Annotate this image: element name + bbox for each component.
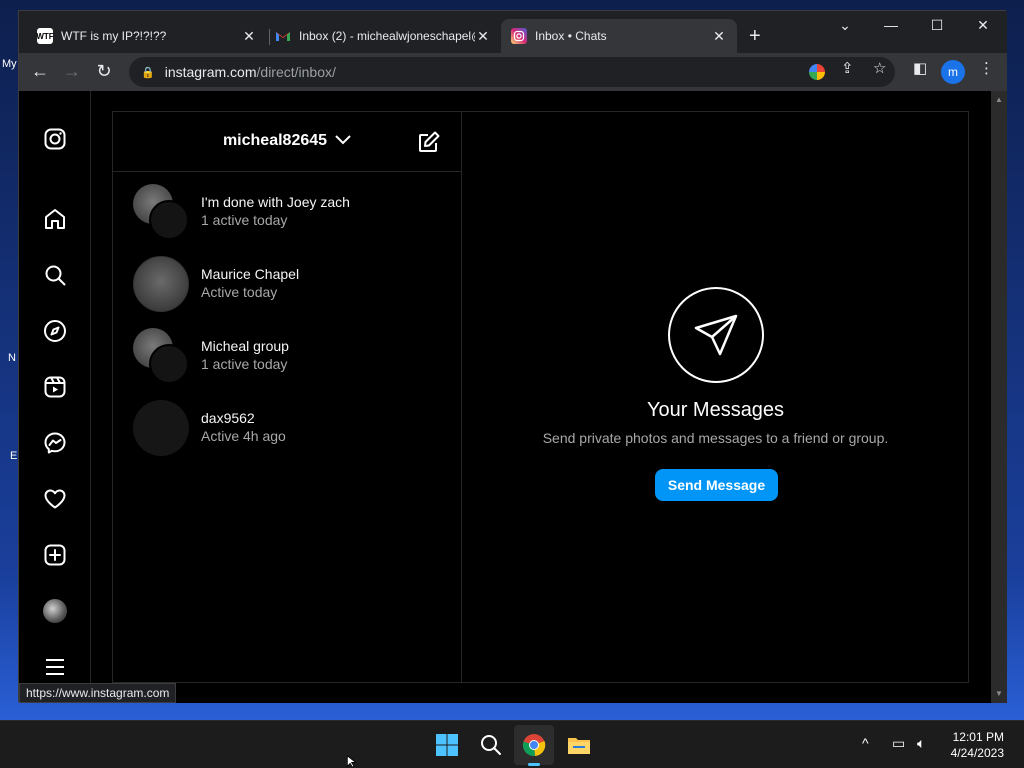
page-scrollbar[interactable]: ▲ ▼ (991, 91, 1007, 703)
heart-icon[interactable] (43, 487, 67, 511)
tab-strip: WTF WTF is my IP?!?!?? ✕ Inbox (2) - mic… (19, 11, 1007, 53)
conversation-item[interactable]: dax9562 Active 4h ago (113, 392, 462, 464)
profile-avatar[interactable]: m (941, 60, 965, 84)
chevron-up-icon[interactable]: ^ (862, 735, 869, 751)
tab-wtf-ip[interactable]: WTF WTF is my IP?!?!?? ✕ (27, 19, 267, 53)
conversation-name: dax9562 (201, 410, 255, 426)
inbox-panel: micheal82645 I'm done with Joey zach 1 a… (112, 111, 969, 683)
conversation-item[interactable]: Maurice Chapel Active today (113, 248, 462, 320)
chevron-down-icon (335, 134, 351, 148)
instagram-sidebar (19, 91, 91, 703)
side-panel-icon[interactable]: ◧ (913, 59, 927, 77)
new-tab-icon[interactable]: + (749, 25, 761, 48)
address-bar[interactable]: 🔒 instagram.com/direct/inbox/ (129, 57, 895, 87)
tab-gmail-inbox[interactable]: Inbox (2) - michealwjoneschapel@ ✕ (265, 19, 501, 53)
close-tab-icon[interactable]: ✕ (711, 28, 727, 45)
conversation-status: 1 active today (201, 356, 288, 372)
windows-taskbar: ^ ▭ 🔈︎ 12:01 PM 4/24/2023 (0, 720, 1024, 768)
start-icon[interactable] (435, 733, 459, 757)
chrome-menu-icon[interactable]: ⋮ (979, 59, 994, 77)
clock-date: 4/24/2023 (950, 746, 1004, 760)
reload-icon[interactable]: ↻ (93, 61, 115, 82)
tab-title: WTF is my IP?!?!?? (61, 29, 167, 43)
conversation-status: Active 4h ago (201, 428, 286, 444)
group-avatar (133, 184, 189, 240)
home-icon[interactable] (43, 207, 67, 231)
url-path: /direct/inbox/ (256, 64, 336, 80)
close-tab-icon[interactable]: ✕ (475, 28, 491, 45)
chrome-icon[interactable] (522, 733, 546, 757)
conversation-name: Maurice Chapel (201, 266, 300, 282)
inbox-header: micheal82645 (113, 112, 461, 172)
messenger-icon[interactable] (43, 431, 67, 455)
share-icon[interactable]: ⇪ (841, 59, 854, 77)
tab-search-icon[interactable]: ⌄ (835, 17, 855, 34)
url-host: instagram.com (164, 64, 257, 80)
conversation-list: micheal82645 I'm done with Joey zach 1 a… (113, 112, 462, 682)
network-icon[interactable]: ▭ (892, 735, 905, 752)
clock-time: 12:01 PM (952, 730, 1004, 744)
browser-window: WTF WTF is my IP?!?!?? ✕ Inbox (2) - mic… (18, 10, 1007, 703)
scroll-up-icon[interactable]: ▲ (995, 95, 1003, 104)
maximize-icon[interactable]: ☐ (927, 17, 947, 34)
close-window-icon[interactable]: ✕ (973, 17, 993, 34)
instagram-icon (511, 28, 527, 44)
back-icon[interactable]: ← (29, 61, 51, 82)
menu-icon[interactable] (43, 655, 67, 679)
conversation-item[interactable]: I'm done with Joey zach 1 active today (113, 176, 462, 248)
group-avatar (133, 328, 189, 384)
tab-title: Inbox • Chats (535, 29, 607, 43)
desktop-icon-label[interactable]: E (10, 450, 17, 462)
conversation-status: Active today (201, 284, 278, 300)
search-icon[interactable] (479, 733, 503, 757)
avatar (133, 256, 189, 312)
desktop-icon-label[interactable]: My (2, 58, 17, 70)
forward-icon[interactable]: → (61, 61, 83, 82)
empty-state-subtitle: Send private photos and messages to a fr… (542, 430, 889, 446)
file-explorer-icon[interactable] (567, 733, 591, 757)
profile-avatar[interactable] (43, 599, 67, 623)
direct-send-icon (668, 287, 764, 383)
mouse-cursor-icon (346, 755, 358, 768)
lock-icon[interactable]: 🔒 (141, 66, 155, 79)
close-tab-icon[interactable]: ✕ (241, 28, 257, 45)
instagram-page: micheal82645 I'm done with Joey zach 1 a… (19, 91, 991, 703)
send-message-button[interactable]: Send Message (655, 469, 778, 501)
search-icon[interactable] (43, 263, 67, 287)
empty-state-title: Your Messages (646, 399, 785, 421)
avatar (133, 400, 189, 456)
create-icon[interactable] (43, 543, 67, 567)
conversation-item[interactable]: Micheal group 1 active today (113, 320, 462, 392)
tab-instagram-chats[interactable]: Inbox • Chats ✕ (501, 19, 737, 53)
system-clock[interactable]: 12:01 PM 4/24/2023 (951, 729, 1004, 761)
gmail-icon (275, 28, 291, 44)
conversation-name: I'm done with Joey zach (201, 194, 350, 210)
username-label: micheal82645 (222, 132, 328, 149)
wtf-favicon: WTF (36, 28, 54, 44)
link-status-bubble: https://www.instagram.com (19, 683, 177, 703)
scroll-down-icon[interactable]: ▼ (995, 689, 1003, 698)
tab-title: Inbox (2) - michealwjoneschapel@ (299, 29, 475, 43)
volume-icon[interactable]: 🔈︎ (917, 735, 925, 752)
instagram-logo-icon[interactable] (43, 127, 67, 151)
bookmark-star-icon[interactable]: ☆ (873, 59, 886, 77)
reels-icon[interactable] (43, 375, 67, 399)
google-lens-icon[interactable] (809, 64, 825, 80)
minimize-icon[interactable]: — (881, 17, 901, 33)
account-switcher[interactable]: micheal82645 (113, 132, 461, 150)
browser-toolbar: ← → ↻ 🔒 instagram.com/direct/inbox/ ⇪ ☆ … (19, 53, 1007, 91)
conversation-name: Micheal group (201, 338, 289, 354)
desktop-icon-label[interactable]: N (8, 352, 16, 364)
explore-icon[interactable] (43, 319, 67, 343)
running-indicator (528, 763, 540, 766)
messages-empty-state: Your Messages Send private photos and me… (463, 112, 968, 682)
conversation-status: 1 active today (201, 212, 288, 228)
new-message-icon[interactable] (417, 130, 441, 154)
